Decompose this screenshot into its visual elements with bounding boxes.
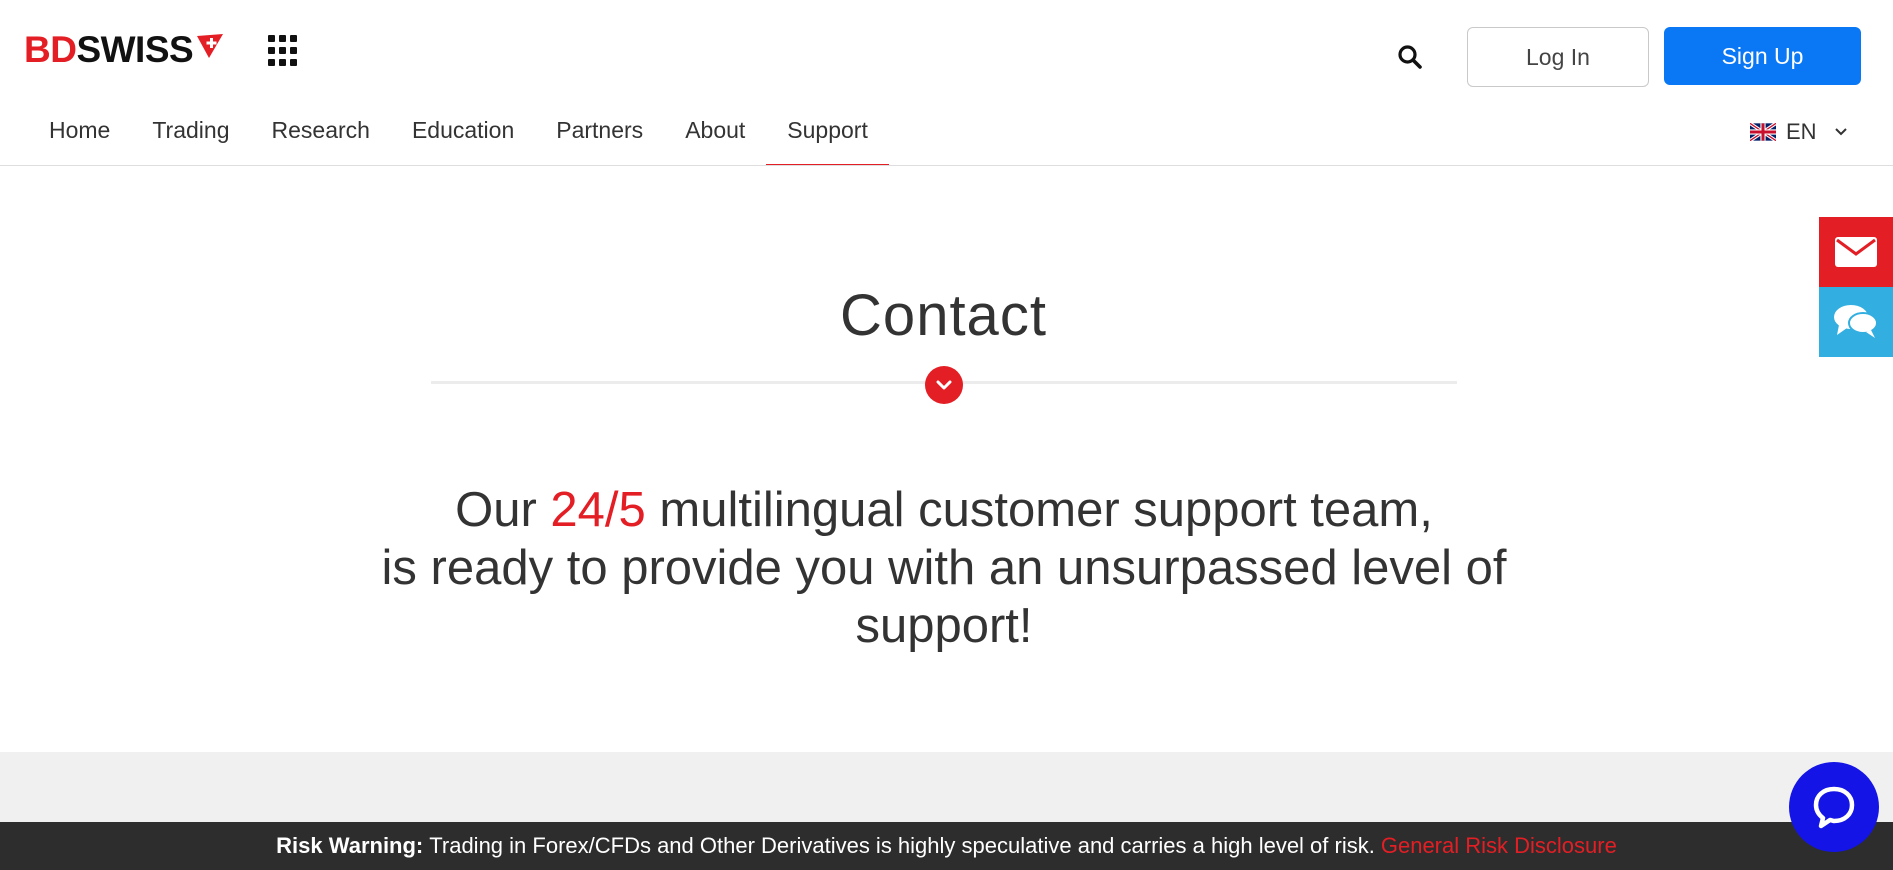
signup-button[interactable]: Sign Up xyxy=(1664,27,1861,85)
search-icon[interactable] xyxy=(1397,44,1423,70)
lead-highlight: 24/5 xyxy=(550,483,646,537)
chevron-down-icon xyxy=(936,380,952,389)
support-intro-text: Our 24/5 multilingual customer support t… xyxy=(344,481,1544,655)
logo-swiss-cross-icon xyxy=(197,34,224,58)
main-nav: Home Trading Research Education Partners… xyxy=(28,105,889,166)
login-button[interactable]: Log In xyxy=(1467,27,1649,87)
nav-item-home[interactable]: Home xyxy=(28,105,131,165)
nav-item-partners[interactable]: Partners xyxy=(535,105,664,165)
uk-flag-icon xyxy=(1750,123,1776,141)
nav-item-trading[interactable]: Trading xyxy=(131,105,250,165)
risk-disclosure-link[interactable]: General Risk Disclosure xyxy=(1381,833,1617,859)
risk-text: Trading in Forex/CFDs and Other Derivati… xyxy=(429,833,1375,858)
nav-item-support[interactable]: Support xyxy=(766,105,889,166)
contact-email-tab[interactable] xyxy=(1819,217,1893,287)
nav-item-about[interactable]: About xyxy=(664,105,766,165)
apps-grid-icon[interactable] xyxy=(268,35,300,67)
scroll-down-button[interactable] xyxy=(925,366,963,404)
top-bar: BD SWISS Log In Sign Up xyxy=(0,0,1893,105)
logo-bd: BD xyxy=(24,29,77,70)
lead-prefix: Our xyxy=(455,483,551,537)
bdswiss-logo[interactable]: BD SWISS xyxy=(24,29,225,70)
chevron-down-icon xyxy=(1834,128,1847,136)
lead-line1-rest: multilingual customer support team, xyxy=(645,483,1433,537)
language-code: EN xyxy=(1786,119,1817,144)
chat-widget-button[interactable] xyxy=(1789,762,1879,852)
page-title: Contact xyxy=(840,283,1047,348)
logo-swiss: SWISS xyxy=(76,29,194,70)
lead-line2: is ready to provide you with an unsurpas… xyxy=(381,541,1507,653)
nav-item-education[interactable]: Education xyxy=(391,105,535,165)
language-selector[interactable]: EN xyxy=(1750,118,1847,146)
chat-icon xyxy=(1813,786,1855,829)
grey-section xyxy=(0,752,1893,822)
nav-item-research[interactable]: Research xyxy=(251,105,391,165)
envelope-icon xyxy=(1835,237,1877,267)
risk-warning-bar: Risk Warning: Trading in Forex/CFDs and … xyxy=(0,822,1893,870)
risk-label: Risk Warning: xyxy=(276,833,424,858)
nav-divider xyxy=(0,165,1893,166)
